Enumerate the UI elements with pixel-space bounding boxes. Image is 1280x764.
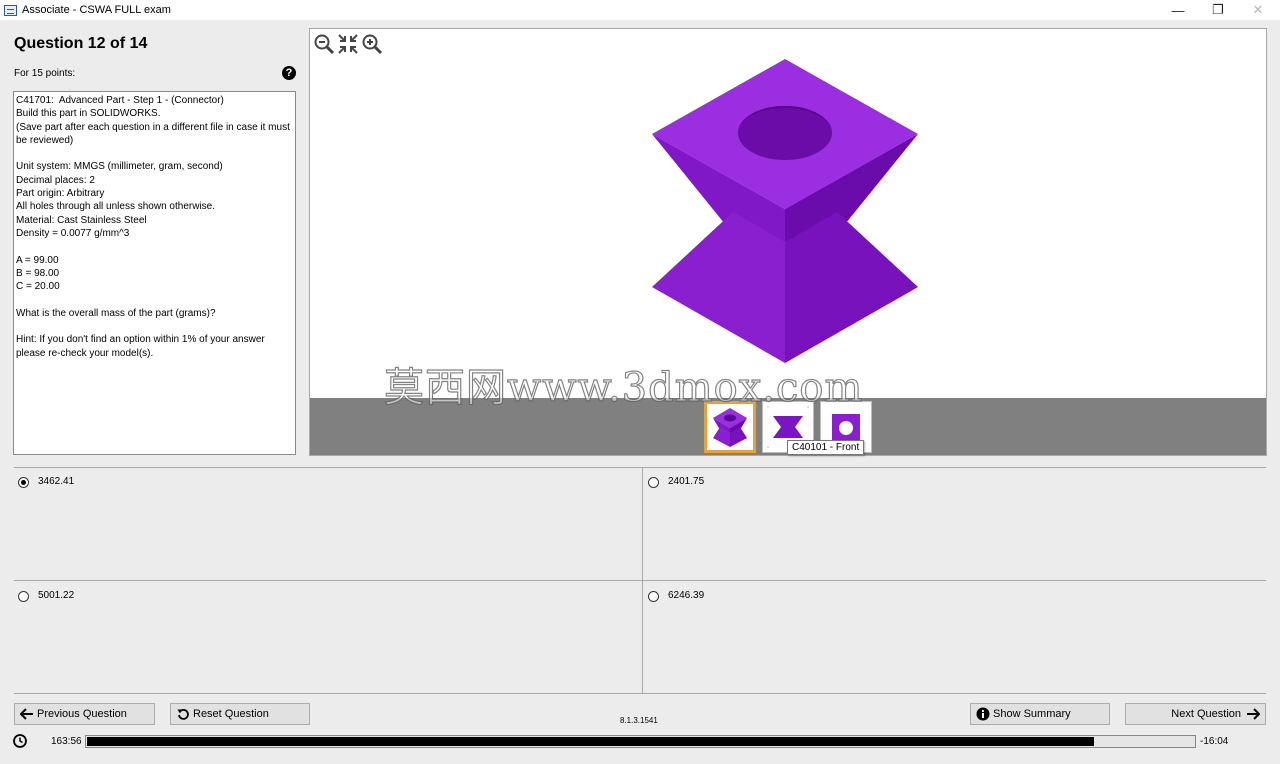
window-title: Associate - CSWA FULL exam <box>22 4 171 16</box>
next-question-label: Next Question <box>1171 708 1241 720</box>
arrow-right-icon <box>1245 706 1261 722</box>
window-title-bar: Associate - CSWA FULL exam — ❐ ✕ <box>0 0 1280 20</box>
show-summary-label: Show Summary <box>993 708 1071 720</box>
exam-progress-fill <box>87 737 1095 746</box>
answer-option[interactable]: 3462.41 <box>14 467 640 580</box>
answer-label: 3462.41 <box>38 476 75 487</box>
previous-question-label: Previous Question <box>37 708 127 720</box>
zoom-fit-icon[interactable] <box>337 33 359 55</box>
arrow-left-icon <box>19 706 35 722</box>
app-icon <box>4 4 17 16</box>
reset-question-button[interactable]: Reset Question <box>170 703 310 725</box>
answer-radio[interactable] <box>18 591 29 602</box>
previous-question-button[interactable]: Previous Question <box>14 703 155 725</box>
clock-icon <box>13 734 27 748</box>
answer-radio[interactable] <box>648 591 659 602</box>
answer-radio[interactable] <box>648 477 659 488</box>
reset-icon <box>175 706 191 722</box>
version-label: 8.1.3.1541 <box>620 716 658 725</box>
question-title: Question 12 of 14 <box>14 35 148 52</box>
restore-button[interactable]: ❐ <box>1198 0 1238 20</box>
show-summary-button[interactable]: Show Summary <box>970 703 1110 725</box>
answer-option[interactable]: 2401.75 <box>644 467 1270 580</box>
info-icon <box>975 706 991 722</box>
answer-radio[interactable] <box>18 477 29 488</box>
time-elapsed: 163:56 <box>51 736 82 747</box>
exam-progress-bar <box>85 735 1196 748</box>
answer-label: 5001.22 <box>38 590 75 601</box>
question-points: For 15 points: <box>14 68 76 79</box>
zoom-out-icon[interactable] <box>313 33 335 55</box>
minimize-button[interactable]: — <box>1158 0 1198 20</box>
zoom-in-icon[interactable] <box>361 33 383 55</box>
answer-option[interactable]: 6246.39 <box>644 581 1270 694</box>
answer-options: 3462.41 2401.75 5001.22 6246.39 <box>14 467 1266 694</box>
question-text[interactable]: C41701: Advanced Part - Step 1 - (Connec… <box>13 91 296 455</box>
reset-question-label: Reset Question <box>193 708 269 720</box>
close-button[interactable]: ✕ <box>1238 0 1278 20</box>
next-question-button[interactable]: Next Question <box>1125 703 1266 725</box>
answer-option[interactable]: 5001.22 <box>14 581 640 694</box>
help-icon[interactable]: ? <box>282 66 296 80</box>
answer-label: 2401.75 <box>668 476 705 487</box>
part-3d-model <box>652 59 918 363</box>
thumbnail-tooltip: C40101 - Front <box>787 440 865 455</box>
time-remaining: -16:04 <box>1200 736 1229 747</box>
watermark-text: 莫西网www.3dmox.com <box>383 364 864 411</box>
answer-label: 6246.39 <box>668 590 705 601</box>
